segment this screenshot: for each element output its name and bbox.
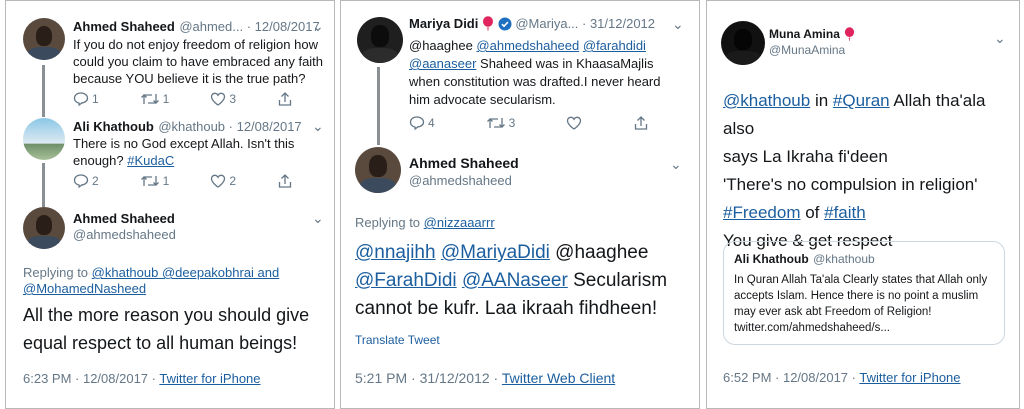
tweet-actions: 4 3 — [409, 115, 649, 131]
reply-icon — [73, 174, 89, 188]
retweet-button[interactable]: 1 — [140, 174, 169, 188]
quoted-tweet-text: In Quran Allah Ta'ala Clearly states tha… — [734, 274, 988, 334]
hashtag-link[interactable]: #KudaC — [127, 153, 174, 168]
reply-icon — [73, 92, 89, 106]
like-button[interactable]: 3 — [210, 92, 236, 106]
translate-tweet-link[interactable]: Translate Tweet — [355, 333, 440, 347]
reply-button[interactable]: 1 — [73, 92, 99, 106]
author-handle-date: @Mariya... · 31/12/2012 — [515, 16, 656, 31]
heart-icon — [211, 92, 226, 106]
chevron-down-icon[interactable]: ⌄ — [312, 19, 324, 33]
author-handle-date: @khathoub · 12/08/2017 — [158, 119, 302, 134]
share-button[interactable] — [277, 173, 293, 189]
mention-link[interactable]: @nnajihh — [355, 242, 436, 263]
author-name[interactable]: Muna Amina — [769, 27, 840, 41]
replying-to: Replying to @nizzaaarrr — [355, 215, 495, 230]
author-handle: @ahmedshaheed — [73, 227, 176, 242]
retweet-icon — [140, 94, 159, 104]
mention-link[interactable]: @khathoub — [723, 91, 810, 110]
chevron-down-icon[interactable]: ⌄ — [312, 211, 324, 225]
tweet-text: If you do not enjoy freedom of religion … — [73, 37, 324, 86]
share-icon — [634, 116, 648, 130]
hashtag-link[interactable]: #Freedom — [723, 203, 800, 222]
hashtag-link[interactable]: #faith — [824, 203, 866, 222]
tweet-panel-3: Muna Amina @MunaAmina ⌄ @khathoub in #Qu… — [706, 0, 1020, 409]
author-handle: @ahmedshaheed — [409, 173, 512, 188]
author-name[interactable]: Ahmed Shaheed — [409, 155, 519, 171]
tweet-body: All the more reason you should give equa… — [23, 305, 310, 353]
tweet-timestamp: 5:21 PM · 31/12/2012 · Twitter Web Clien… — [355, 370, 616, 386]
retweet-button[interactable]: 1 — [140, 92, 169, 106]
quoted-author-name: Ali Khathoub — [734, 252, 809, 266]
mention-link[interactable]: @MohamedNasheed — [23, 281, 146, 296]
avatar[interactable] — [357, 17, 403, 63]
quoted-author-handle: @khathoub — [813, 252, 875, 266]
source-link[interactable]: Twitter Web Client — [502, 370, 615, 386]
quoted-tweet[interactable]: Ali Khathoub @khathoub In Quran Allah Ta… — [723, 241, 1005, 345]
reply-icon — [409, 116, 425, 130]
chevron-down-icon[interactable]: ⌄ — [312, 119, 324, 133]
source-link[interactable]: Twitter for iPhone — [859, 370, 960, 385]
mention-link[interactable]: @aanaseer — [409, 56, 476, 71]
chevron-down-icon[interactable]: ⌄ — [994, 31, 1006, 45]
tweet-panel-2: Mariya Didi @Mariya... · 31/12/2012 ⌄ @h… — [340, 0, 700, 409]
author-handle-date: @ahmed... · 12/08/2017 — [179, 19, 320, 34]
avatar[interactable] — [23, 18, 65, 60]
avatar[interactable] — [721, 21, 765, 65]
share-icon — [278, 92, 292, 106]
author-name[interactable]: Ali Khathoub — [73, 119, 154, 134]
avatar[interactable] — [355, 147, 401, 193]
author-name[interactable]: Ahmed Shaheed — [73, 19, 175, 34]
thread-line — [377, 67, 380, 145]
mention-link[interactable]: @ahmedshaheed — [476, 38, 579, 53]
tweet-timestamp: 6:52 PM · 12/08/2017 · Twitter for iPhon… — [723, 370, 961, 385]
tweet-text: There is no God except Allah. Isn't this… — [73, 136, 295, 168]
mention-link[interactable]: @MariyaDidi — [441, 242, 550, 263]
mention-link[interactable]: @khathoub @deepakobhrai and — [92, 265, 280, 280]
author-name[interactable]: Ahmed Shaheed — [73, 211, 176, 226]
chevron-down-icon[interactable]: ⌄ — [672, 17, 684, 31]
retweet-button[interactable]: 3 — [486, 116, 515, 130]
mention-link[interactable]: @AANaseer — [462, 270, 568, 291]
tweet-body: @nnajihh @MariyaDidi @haaghee @FarahDidi… — [355, 242, 668, 319]
balloon-icon — [844, 27, 854, 41]
like-button[interactable] — [566, 116, 582, 130]
author-handle: @MunaAmina — [769, 43, 846, 57]
reply-button[interactable]: 4 — [409, 116, 435, 130]
tweet-actions: 1 1 3 — [73, 91, 293, 107]
tweet-timestamp: 6:23 PM · 12/08/2017 · Twitter for iPhon… — [23, 371, 261, 386]
share-icon — [278, 174, 292, 188]
thread-line — [42, 65, 45, 117]
thread-line — [42, 163, 45, 207]
tweet-text: @haaghee @ahmedshaheed @farahdidi @aanas… — [409, 38, 661, 107]
share-button[interactable] — [633, 115, 649, 131]
tweet-panel-1: Ahmed Shaheed @ahmed... · 12/08/2017 ⌄ I… — [5, 0, 335, 409]
author-name[interactable]: Mariya Didi — [409, 16, 478, 31]
avatar[interactable] — [23, 207, 65, 249]
tweet-actions: 2 1 2 — [73, 173, 293, 189]
mention-link[interactable]: @farahdidi — [583, 38, 646, 53]
avatar[interactable] — [23, 118, 65, 160]
heart-icon — [566, 116, 582, 130]
mention-link[interactable]: @FarahDidi — [355, 270, 457, 291]
tweet-body: @khathoub in #Quran Allah tha'ala also s… — [723, 91, 986, 250]
balloon-icon — [483, 16, 494, 31]
source-link[interactable]: Twitter for iPhone — [159, 371, 260, 386]
verified-badge-icon — [498, 17, 512, 30]
retweet-icon — [486, 118, 505, 128]
chevron-down-icon[interactable]: ⌄ — [670, 157, 682, 171]
hashtag-link[interactable]: #Quran — [833, 91, 890, 110]
like-button[interactable]: 2 — [210, 174, 236, 188]
mention-link[interactable]: @nizzaaarrr — [424, 215, 495, 230]
share-button[interactable] — [277, 91, 293, 107]
retweet-icon — [140, 176, 159, 186]
heart-icon — [211, 174, 226, 188]
reply-button[interactable]: 2 — [73, 174, 99, 188]
replying-to: Replying to @khathoub @deepakobhrai and … — [23, 265, 280, 296]
